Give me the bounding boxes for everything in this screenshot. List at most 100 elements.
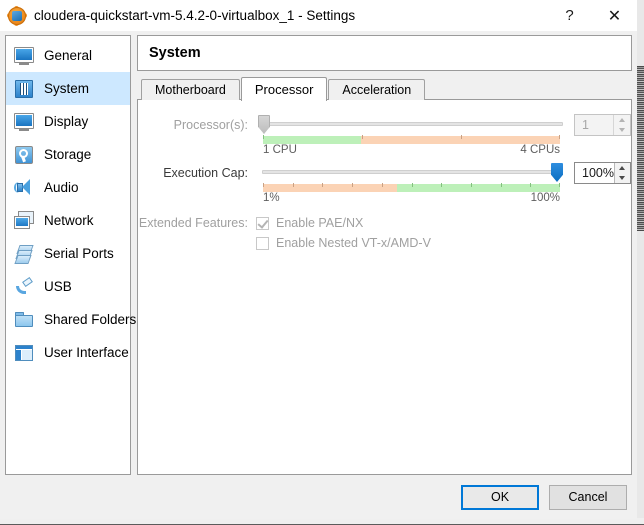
sidebar-item-display[interactable]: Display — [6, 105, 130, 138]
processors-spinbox[interactable]: 1 — [574, 114, 631, 136]
processors-scale — [263, 135, 560, 144]
enable-pae-nx-checkbox[interactable] — [256, 216, 269, 230]
processors-slider-groove — [262, 122, 563, 126]
extended-features-row: Extended Features: Enable PAE/NX Enable … — [138, 213, 631, 253]
sidebar-item-usb[interactable]: USB — [6, 270, 130, 303]
sidebar-item-label: Shared Folders — [44, 312, 137, 327]
execution-cap-label: Execution Cap: — [163, 166, 248, 180]
scale-tick — [381, 183, 383, 187]
execution-cap-scale — [263, 183, 560, 192]
sidebar-item-shared-folders[interactable]: Shared Folders — [6, 303, 136, 336]
settings-sidebar: General System Display Storage Audio Net… — [5, 35, 136, 475]
tab-motherboard[interactable]: Motherboard — [141, 79, 240, 100]
screen-root: cloudera-quickstart-vm-5.4.2-0-virtualbo… — [0, 0, 644, 525]
enable-pae-nx-label: Enable PAE/NX — [276, 216, 364, 230]
sidebar-item-network[interactable]: Network — [6, 204, 130, 237]
virtualbox-icon — [7, 5, 27, 26]
sidebar-item-label: Serial Ports — [44, 246, 114, 261]
scale-tick — [263, 135, 264, 139]
sidebar-item-label: Display — [44, 114, 89, 129]
execution-cap-row: Execution Cap: 1% 100% 100% — [138, 162, 631, 204]
execution-cap-scale-labels: 1% 100% — [263, 192, 560, 204]
page-title: System — [149, 45, 201, 61]
scale-segment — [263, 136, 361, 144]
audio-icon — [13, 177, 35, 199]
processors-increment-button[interactable] — [614, 115, 630, 125]
scale-tick — [292, 183, 294, 187]
title-bar-buttons: ? ✕ — [547, 0, 637, 31]
enable-nested-vtx-checkbox[interactable] — [256, 236, 269, 250]
sidebar-item-user-interface[interactable]: User Interface — [6, 336, 130, 369]
processors-value: 1 — [582, 118, 589, 132]
scale-tick — [322, 183, 324, 187]
storage-icon — [13, 144, 35, 166]
serial-ports-icon — [13, 243, 35, 265]
processors-decrement-button[interactable] — [614, 125, 630, 135]
display-icon — [13, 111, 35, 133]
sidebar-item-label: General — [44, 48, 93, 63]
shared-folders-icon — [13, 309, 35, 331]
sidebar-item-label: Audio — [44, 180, 79, 195]
help-button[interactable]: ? — [547, 0, 592, 31]
background-window-right-edge — [636, 0, 644, 525]
ok-button[interactable]: OK — [461, 484, 539, 510]
execution-cap-slider-handle[interactable] — [551, 163, 563, 182]
usb-icon — [13, 276, 35, 298]
enable-nested-vtx-option[interactable]: Enable Nested VT-x/AMD-V — [256, 233, 631, 253]
tab-acceleration[interactable]: Acceleration — [328, 79, 426, 100]
sidebar-item-label: Storage — [44, 147, 92, 162]
processors-scale-labels: 1 CPU 4 CPUs — [263, 144, 560, 156]
general-icon — [13, 45, 35, 67]
scale-tick — [411, 183, 413, 187]
scale-tick — [362, 135, 363, 139]
scale-tick — [263, 183, 264, 187]
scale-tick — [461, 135, 462, 139]
settings-panel: System Motherboard Processor Acceleratio… — [137, 35, 632, 475]
execution-cap-value: 100% — [582, 166, 614, 180]
extended-features-label: Extended Features: — [138, 216, 248, 230]
processors-slider[interactable] — [256, 114, 567, 134]
processors-slider-handle[interactable] — [258, 115, 270, 134]
scale-tick — [559, 183, 560, 187]
sidebar-item-serial-ports[interactable]: Serial Ports — [6, 237, 130, 270]
background-window-bottom-edge — [0, 518, 644, 525]
system-icon — [13, 78, 35, 100]
execution-cap-decrement-button[interactable] — [615, 173, 630, 183]
scale-tick — [470, 183, 472, 187]
user-interface-icon — [13, 342, 35, 364]
settings-dialog: cloudera-quickstart-vm-5.4.2-0-virtualbo… — [0, 0, 637, 519]
execution-cap-min-label: 1% — [263, 192, 280, 204]
sidebar-item-label: User Interface — [44, 345, 129, 360]
processors-row: Processor(s): 1 CPU 4 CPUs 1 — [138, 114, 631, 156]
sidebar-item-system[interactable]: System — [6, 72, 130, 105]
tab-bar: Motherboard Processor Acceleration — [137, 77, 632, 101]
execution-cap-max-label: 100% — [530, 192, 560, 204]
sidebar-item-label: System — [44, 81, 90, 96]
scale-segment — [263, 184, 397, 192]
scale-tick — [559, 135, 560, 139]
processors-min-label: 1 CPU — [263, 144, 297, 156]
processors-label: Processor(s): — [173, 118, 248, 132]
scale-tick — [500, 183, 502, 187]
sidebar-item-audio[interactable]: Audio — [6, 171, 130, 204]
sidebar-item-general[interactable]: General — [6, 39, 130, 72]
execution-cap-increment-button[interactable] — [615, 163, 630, 173]
scale-tick — [352, 183, 354, 187]
network-icon — [13, 210, 35, 232]
execution-cap-slider-groove — [262, 170, 563, 174]
processor-tab-panel: Processor(s): 1 CPU 4 CPUs 1 Execution C… — [137, 99, 632, 475]
window-title: cloudera-quickstart-vm-5.4.2-0-virtualbo… — [34, 8, 356, 23]
enable-pae-nx-option[interactable]: Enable PAE/NX — [256, 213, 631, 233]
execution-cap-slider[interactable] — [256, 162, 567, 182]
close-icon[interactable]: ✕ — [592, 0, 637, 31]
execution-cap-spinbox[interactable]: 100% — [574, 162, 631, 184]
title-bar: cloudera-quickstart-vm-5.4.2-0-virtualbo… — [0, 0, 637, 31]
scale-segment — [396, 184, 560, 192]
processors-max-label: 4 CPUs — [520, 144, 560, 156]
sidebar-item-label: USB — [44, 279, 72, 294]
panel-header: System — [137, 35, 632, 71]
sidebar-item-storage[interactable]: Storage — [6, 138, 130, 171]
scale-tick — [441, 183, 443, 187]
cancel-button[interactable]: Cancel — [549, 484, 627, 510]
tab-processor[interactable]: Processor — [240, 77, 328, 101]
